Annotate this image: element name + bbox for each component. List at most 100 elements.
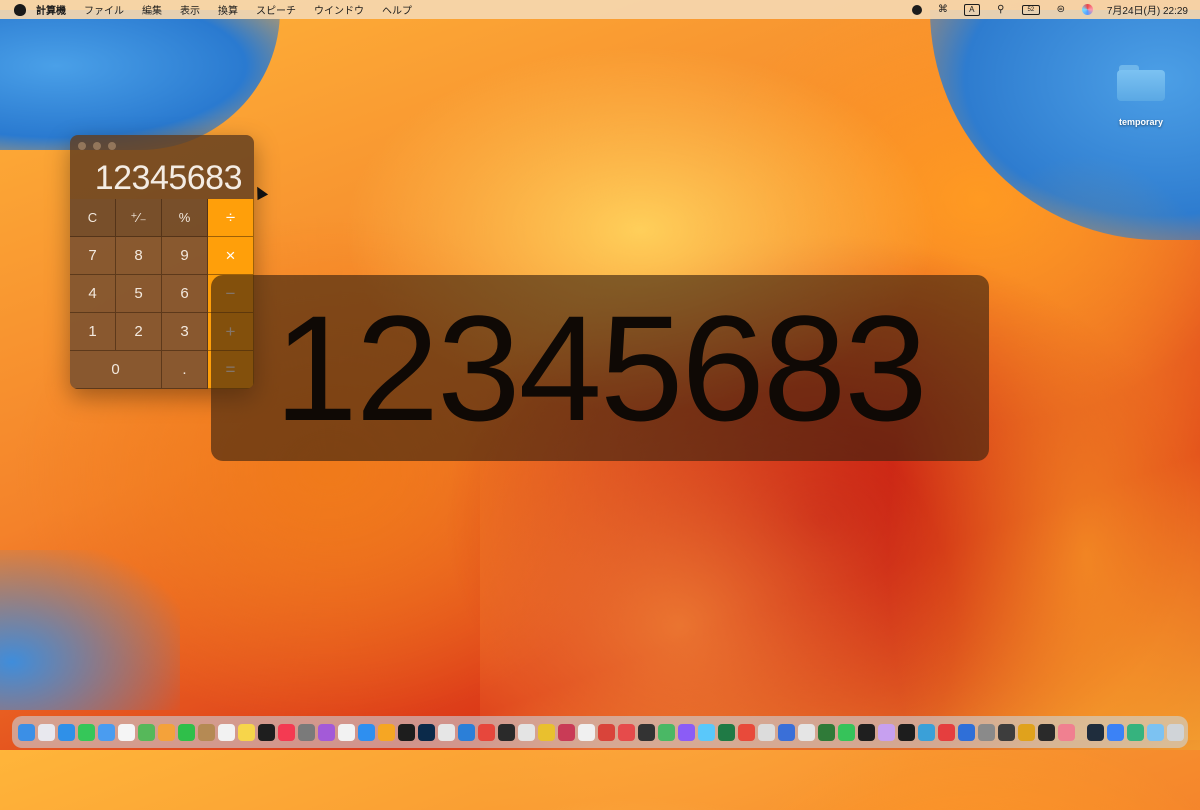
reminders-icon[interactable] bbox=[218, 723, 235, 741]
timer-icon[interactable] bbox=[1058, 723, 1075, 741]
globe-icon[interactable] bbox=[858, 723, 875, 741]
key-7-button[interactable]: 7 bbox=[70, 237, 116, 275]
chrome-icon[interactable] bbox=[538, 723, 555, 741]
rocket-icon[interactable] bbox=[478, 723, 495, 741]
contacts-icon[interactable] bbox=[198, 723, 215, 741]
menu-convert[interactable]: 換算 bbox=[218, 2, 238, 17]
key-percent-button[interactable]: % bbox=[162, 199, 208, 237]
menu-file[interactable]: ファイル bbox=[84, 2, 124, 17]
menu-help[interactable]: ヘルプ bbox=[382, 2, 412, 17]
chrome-alt-icon[interactable] bbox=[938, 723, 955, 741]
key-8-button[interactable]: 8 bbox=[116, 237, 162, 275]
earth-icon[interactable] bbox=[1127, 723, 1144, 741]
desktop-folder[interactable]: temporary bbox=[1105, 65, 1177, 127]
mail-icon[interactable] bbox=[98, 723, 115, 741]
v-icon[interactable] bbox=[1018, 723, 1035, 741]
gray-box-icon[interactable] bbox=[978, 723, 995, 741]
menu-view[interactable]: 表示 bbox=[180, 2, 200, 17]
quill-icon[interactable] bbox=[438, 723, 455, 741]
grid-icon[interactable] bbox=[818, 723, 835, 741]
cube-icon[interactable] bbox=[1087, 723, 1104, 741]
printer-icon[interactable] bbox=[758, 723, 775, 741]
monitor-icon[interactable] bbox=[638, 723, 655, 741]
photos-icon[interactable] bbox=[158, 723, 175, 741]
excel-icon[interactable] bbox=[718, 723, 735, 741]
xcode-icon[interactable] bbox=[458, 723, 475, 741]
xit-icon[interactable] bbox=[898, 723, 915, 741]
bird-icon[interactable] bbox=[578, 723, 595, 741]
podcasts-icon[interactable] bbox=[318, 723, 335, 741]
key-sign-button[interactable]: ⁺∕₋ bbox=[116, 199, 162, 237]
calendar-icon[interactable] bbox=[118, 723, 135, 741]
menu-window[interactable]: ウインドウ bbox=[314, 2, 364, 17]
record-status-icon[interactable] bbox=[911, 4, 922, 15]
photoshop-icon[interactable] bbox=[418, 723, 435, 741]
pen-icon[interactable] bbox=[518, 723, 535, 741]
line-icon[interactable] bbox=[838, 723, 855, 741]
shield-icon[interactable] bbox=[658, 723, 675, 741]
launchpad-icon[interactable] bbox=[38, 723, 55, 741]
menu-speech[interactable]: スピーチ bbox=[256, 2, 296, 17]
zoom-button[interactable] bbox=[108, 142, 116, 150]
keyboard-icon[interactable] bbox=[778, 723, 795, 741]
key-5-button[interactable]: 5 bbox=[116, 275, 162, 313]
safari-icon[interactable] bbox=[58, 723, 75, 741]
browser-icon[interactable] bbox=[958, 723, 975, 741]
messenger-icon[interactable] bbox=[678, 723, 695, 741]
key-1-button[interactable]: 1 bbox=[70, 313, 116, 351]
finder-window-icon[interactable] bbox=[698, 723, 715, 741]
maps-icon[interactable] bbox=[138, 723, 155, 741]
key-multiply-button[interactable]: × bbox=[208, 237, 254, 275]
dock bbox=[12, 716, 1188, 748]
apple-icon[interactable] bbox=[14, 3, 26, 16]
news-icon[interactable] bbox=[338, 723, 355, 741]
wallpaper-shape bbox=[0, 10, 280, 150]
large-type-text: 12345683 bbox=[274, 284, 927, 452]
puzzle-icon[interactable] bbox=[878, 723, 895, 741]
system-settings-icon[interactable] bbox=[298, 723, 315, 741]
siri-icon[interactable] bbox=[1081, 4, 1093, 15]
trash-icon[interactable] bbox=[1167, 723, 1184, 741]
camera-icon[interactable] bbox=[558, 723, 575, 741]
tv-icon[interactable] bbox=[258, 723, 275, 741]
pencil-icon[interactable] bbox=[378, 723, 395, 741]
downloads-folder-icon[interactable] bbox=[1147, 723, 1164, 741]
finder-icon[interactable] bbox=[18, 723, 35, 741]
menu-clock[interactable]: 7月24日(月) 22:29 bbox=[1107, 2, 1188, 17]
terminal-icon[interactable] bbox=[498, 723, 515, 741]
minimize-button[interactable] bbox=[93, 142, 101, 150]
triangle-icon[interactable] bbox=[738, 723, 755, 741]
key-4-button[interactable]: 4 bbox=[70, 275, 116, 313]
large-type-overlay[interactable]: 12345683 bbox=[211, 275, 989, 461]
key-6-button[interactable]: 6 bbox=[162, 275, 208, 313]
menu-app-name[interactable]: 計算機 bbox=[36, 2, 66, 17]
menu-edit[interactable]: 編集 bbox=[142, 2, 162, 17]
music-icon[interactable] bbox=[278, 723, 295, 741]
key-9-button[interactable]: 9 bbox=[162, 237, 208, 275]
key-clear-button[interactable]: C bbox=[70, 199, 116, 237]
drop-icon[interactable] bbox=[618, 723, 635, 741]
control-center-icon[interactable]: ⊜ bbox=[1054, 4, 1068, 15]
phone-icon[interactable] bbox=[998, 723, 1015, 741]
key-divide-button[interactable]: ÷ bbox=[208, 199, 254, 237]
spiral-icon[interactable] bbox=[918, 723, 935, 741]
chatgpt-icon[interactable] bbox=[398, 723, 415, 741]
key-3-button[interactable]: 3 bbox=[162, 313, 208, 351]
command-key-icon[interactable]: ⌘ bbox=[936, 4, 950, 15]
target-icon[interactable] bbox=[598, 723, 615, 741]
window-controls bbox=[78, 142, 116, 150]
battery-icon[interactable]: 52 bbox=[1021, 4, 1040, 15]
messages-icon[interactable] bbox=[78, 723, 95, 741]
facetime-icon[interactable] bbox=[178, 723, 195, 741]
cat-icon[interactable] bbox=[798, 723, 815, 741]
key-0-button[interactable]: 0 bbox=[70, 351, 162, 389]
window-icon[interactable] bbox=[1107, 723, 1124, 741]
close-button[interactable] bbox=[78, 142, 86, 150]
notes-icon[interactable] bbox=[238, 723, 255, 741]
app-store-icon[interactable] bbox=[358, 723, 375, 741]
input-mode-icon[interactable]: A bbox=[963, 3, 980, 16]
key-decimal-button[interactable]: . bbox=[162, 351, 208, 389]
search-icon[interactable]: ⚲ bbox=[994, 4, 1008, 15]
display-icon[interactable] bbox=[1038, 723, 1055, 741]
key-2-button[interactable]: 2 bbox=[116, 313, 162, 351]
